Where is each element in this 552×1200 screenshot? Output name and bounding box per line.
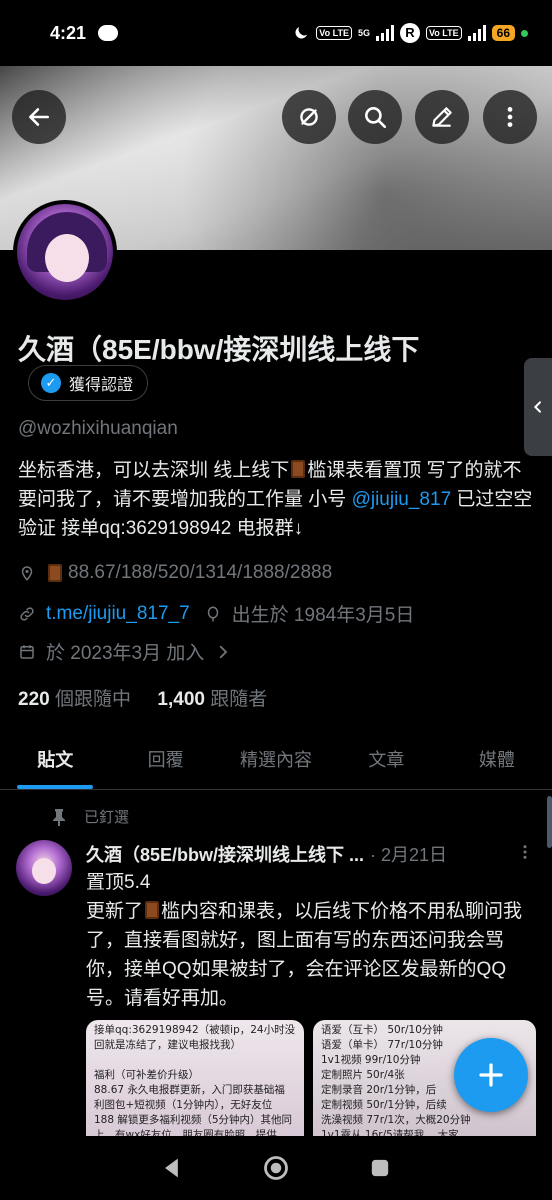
profile-handle: @wozhixihuanqian bbox=[18, 418, 178, 439]
status-bar: 4:21 Vo LTE 5G R Vo LTE 66 bbox=[0, 0, 552, 66]
eye-slash-icon bbox=[300, 108, 318, 126]
post-author-name[interactable]: 久酒（85E/bbw/接深圳线上线下 ... bbox=[86, 841, 364, 867]
media-line: 语爱（互卡） 50r/10分钟 bbox=[321, 1024, 443, 1036]
profile-website-link[interactable]: t.me/jiujiu_817_7 bbox=[46, 603, 190, 625]
profile-bio: 坐标香港，可以去深圳 线上线下 槛课表看置顶 写了的就不要问我了，请不要增加我的工… bbox=[18, 456, 540, 543]
tab-posts[interactable]: 貼文 bbox=[0, 738, 110, 789]
volte-badge-1: Vo LTE bbox=[316, 26, 352, 40]
chevron-left-icon bbox=[533, 401, 541, 413]
chevron-right-icon bbox=[220, 645, 228, 658]
network-type: 5G bbox=[357, 28, 370, 38]
post-body[interactable]: 置顶5.4 更新了 槛内容和课表，以后线下价格不用私聊问我了，直接看图就好，图上面… bbox=[86, 868, 536, 1013]
following-label: 個跟隨中 bbox=[54, 689, 131, 710]
search-button[interactable] bbox=[348, 90, 402, 144]
bio-mention-link[interactable]: @jiujiu_817 bbox=[352, 489, 452, 510]
birthday-text: 出生於 1984年3月5日 bbox=[231, 605, 415, 626]
profile-name: 久酒（85E/bbw/接深圳线上线下 bbox=[18, 334, 420, 365]
privacy-dot bbox=[521, 29, 528, 37]
signal-icon-2 bbox=[467, 25, 486, 41]
nav-home-icon[interactable] bbox=[262, 1154, 290, 1182]
status-icons: Vo LTE 5G R Vo LTE 66 bbox=[292, 23, 528, 43]
profile-tabs: 貼文 回覆 精選內容 文章 媒體 bbox=[0, 738, 552, 790]
media-line: 回就是冻结了，建议电报找我） bbox=[94, 1039, 241, 1051]
mute-button[interactable] bbox=[282, 90, 336, 144]
compose-post-button[interactable] bbox=[454, 1038, 528, 1112]
media-line: 上，有wx好友位，朋友圈有脸照，提供 bbox=[94, 1129, 277, 1136]
location-row: 88.67/188/520/1314/1888/2888 bbox=[18, 562, 332, 584]
more-vertical-icon bbox=[523, 844, 527, 859]
media-line: 接单qq:3629198942（被顿ip，24小时没 bbox=[94, 1024, 296, 1036]
profile-avatar[interactable] bbox=[13, 200, 117, 304]
tab-replies[interactable]: 回覆 bbox=[110, 738, 220, 789]
media-line: 福利（可补差价升级） bbox=[94, 1069, 199, 1081]
wechat-icon bbox=[98, 25, 119, 41]
pinned-label: 已釘選 bbox=[84, 809, 130, 826]
volte-badge-2: Vo LTE bbox=[425, 26, 462, 40]
link-birthday-row: t.me/jiujiu_817_7 出生於 1984年3月5日 bbox=[18, 600, 414, 627]
media-line: 1v1露从 16r/5请帮我 ...大家 ... bbox=[321, 1129, 473, 1136]
pencil-icon bbox=[432, 107, 452, 127]
post-title: 置顶5.4 bbox=[86, 872, 151, 893]
pinned-indicator: 已釘選 bbox=[52, 806, 129, 827]
followers-link[interactable]: 1,400 跟隨者 bbox=[157, 689, 267, 710]
tab-articles[interactable]: 文章 bbox=[331, 738, 441, 789]
location-pin-icon bbox=[21, 566, 33, 581]
media-line: 利图包+短视频（1分钟内），无好友位 bbox=[94, 1099, 273, 1111]
bio-text-1: 坐标香港，可以去深圳 线上线下 bbox=[18, 460, 290, 481]
more-vertical-icon bbox=[507, 107, 513, 127]
media-line bbox=[94, 1053, 296, 1068]
followers-count: 1,400 bbox=[157, 689, 205, 710]
avatar-face bbox=[45, 234, 89, 282]
post-header: 久酒（85E/bbw/接深圳线上线下 ... · 2月21日 bbox=[86, 841, 534, 867]
scroll-indicator bbox=[547, 796, 552, 848]
media-line: 188 解锁更多福利视频（5分钟内）其他同 bbox=[94, 1114, 293, 1126]
door-emoji-icon bbox=[145, 901, 160, 919]
arrow-left-icon bbox=[29, 108, 49, 126]
plus-icon bbox=[479, 1063, 503, 1087]
post-image-1[interactable]: 接单qq:3629198942（被顿ip，24小时没 回就是冻结了，建议电报找我… bbox=[86, 1020, 304, 1136]
edit-button[interactable] bbox=[415, 90, 469, 144]
nav-recents-icon[interactable] bbox=[366, 1154, 394, 1182]
door-emoji-icon bbox=[291, 460, 306, 478]
follow-stats: 220 個跟隨中 1,400 跟隨者 bbox=[18, 684, 267, 711]
following-count: 220 bbox=[18, 689, 50, 710]
tab-highlights[interactable]: 精選內容 bbox=[221, 738, 331, 789]
status-time: 4:21 bbox=[50, 22, 87, 43]
post-more-button[interactable] bbox=[516, 843, 534, 866]
post-author-avatar[interactable] bbox=[16, 840, 72, 896]
pin-icon bbox=[53, 808, 65, 826]
post-date[interactable]: · 2月21日 bbox=[370, 841, 447, 867]
side-panel-handle[interactable] bbox=[524, 358, 552, 456]
verified-badge-button[interactable]: ✓ 獲得認證 bbox=[28, 365, 149, 401]
tab-media[interactable]: 媒體 bbox=[442, 738, 552, 789]
media-line: 88.67 永久电报群更新，入门即获基础福 bbox=[94, 1084, 285, 1096]
verified-check-icon: ✓ bbox=[41, 373, 61, 393]
door-emoji-icon bbox=[48, 564, 62, 582]
r-badge: R bbox=[399, 23, 420, 43]
following-link[interactable]: 220 個跟隨中 bbox=[18, 689, 131, 710]
joined-text: 於 2023年3月 加入 bbox=[46, 643, 205, 664]
battery-indicator: 66 bbox=[491, 25, 515, 41]
verified-label: 獲得認證 bbox=[69, 377, 134, 394]
back-button[interactable] bbox=[12, 90, 66, 144]
moon-icon bbox=[295, 27, 308, 39]
calendar-icon bbox=[20, 644, 34, 659]
link-icon bbox=[20, 606, 34, 621]
joined-row[interactable]: 於 2023年3月 加入 bbox=[18, 638, 232, 665]
more-button[interactable] bbox=[483, 90, 537, 144]
balloon-icon bbox=[207, 606, 218, 621]
nav-back-icon[interactable] bbox=[158, 1154, 186, 1182]
location-text: 88.67/188/520/1314/1888/2888 bbox=[68, 562, 333, 583]
post-text-1: 更新了 bbox=[86, 901, 144, 922]
media-line: 洗澡视频 77r/1次，大概20分钟 bbox=[321, 1114, 471, 1126]
followers-label: 跟隨者 bbox=[210, 689, 268, 710]
search-icon bbox=[365, 107, 387, 129]
system-nav-bar bbox=[0, 1136, 552, 1200]
signal-icon-1 bbox=[375, 25, 394, 41]
avatar-face bbox=[32, 858, 56, 884]
